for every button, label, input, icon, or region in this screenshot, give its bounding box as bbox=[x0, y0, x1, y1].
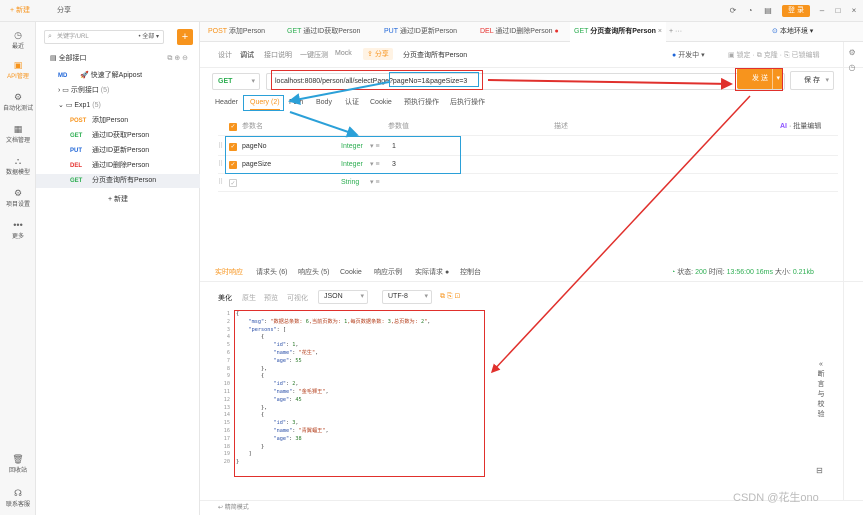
arrow-to-send bbox=[487, 77, 733, 90]
watermark: CSDN @花生ono bbox=[733, 492, 819, 504]
arrow-to-params bbox=[289, 111, 359, 138]
arrow-to-response bbox=[490, 95, 751, 374]
annotation-arrows bbox=[288, 77, 751, 374]
arrow-to-query-tab bbox=[288, 81, 390, 106]
